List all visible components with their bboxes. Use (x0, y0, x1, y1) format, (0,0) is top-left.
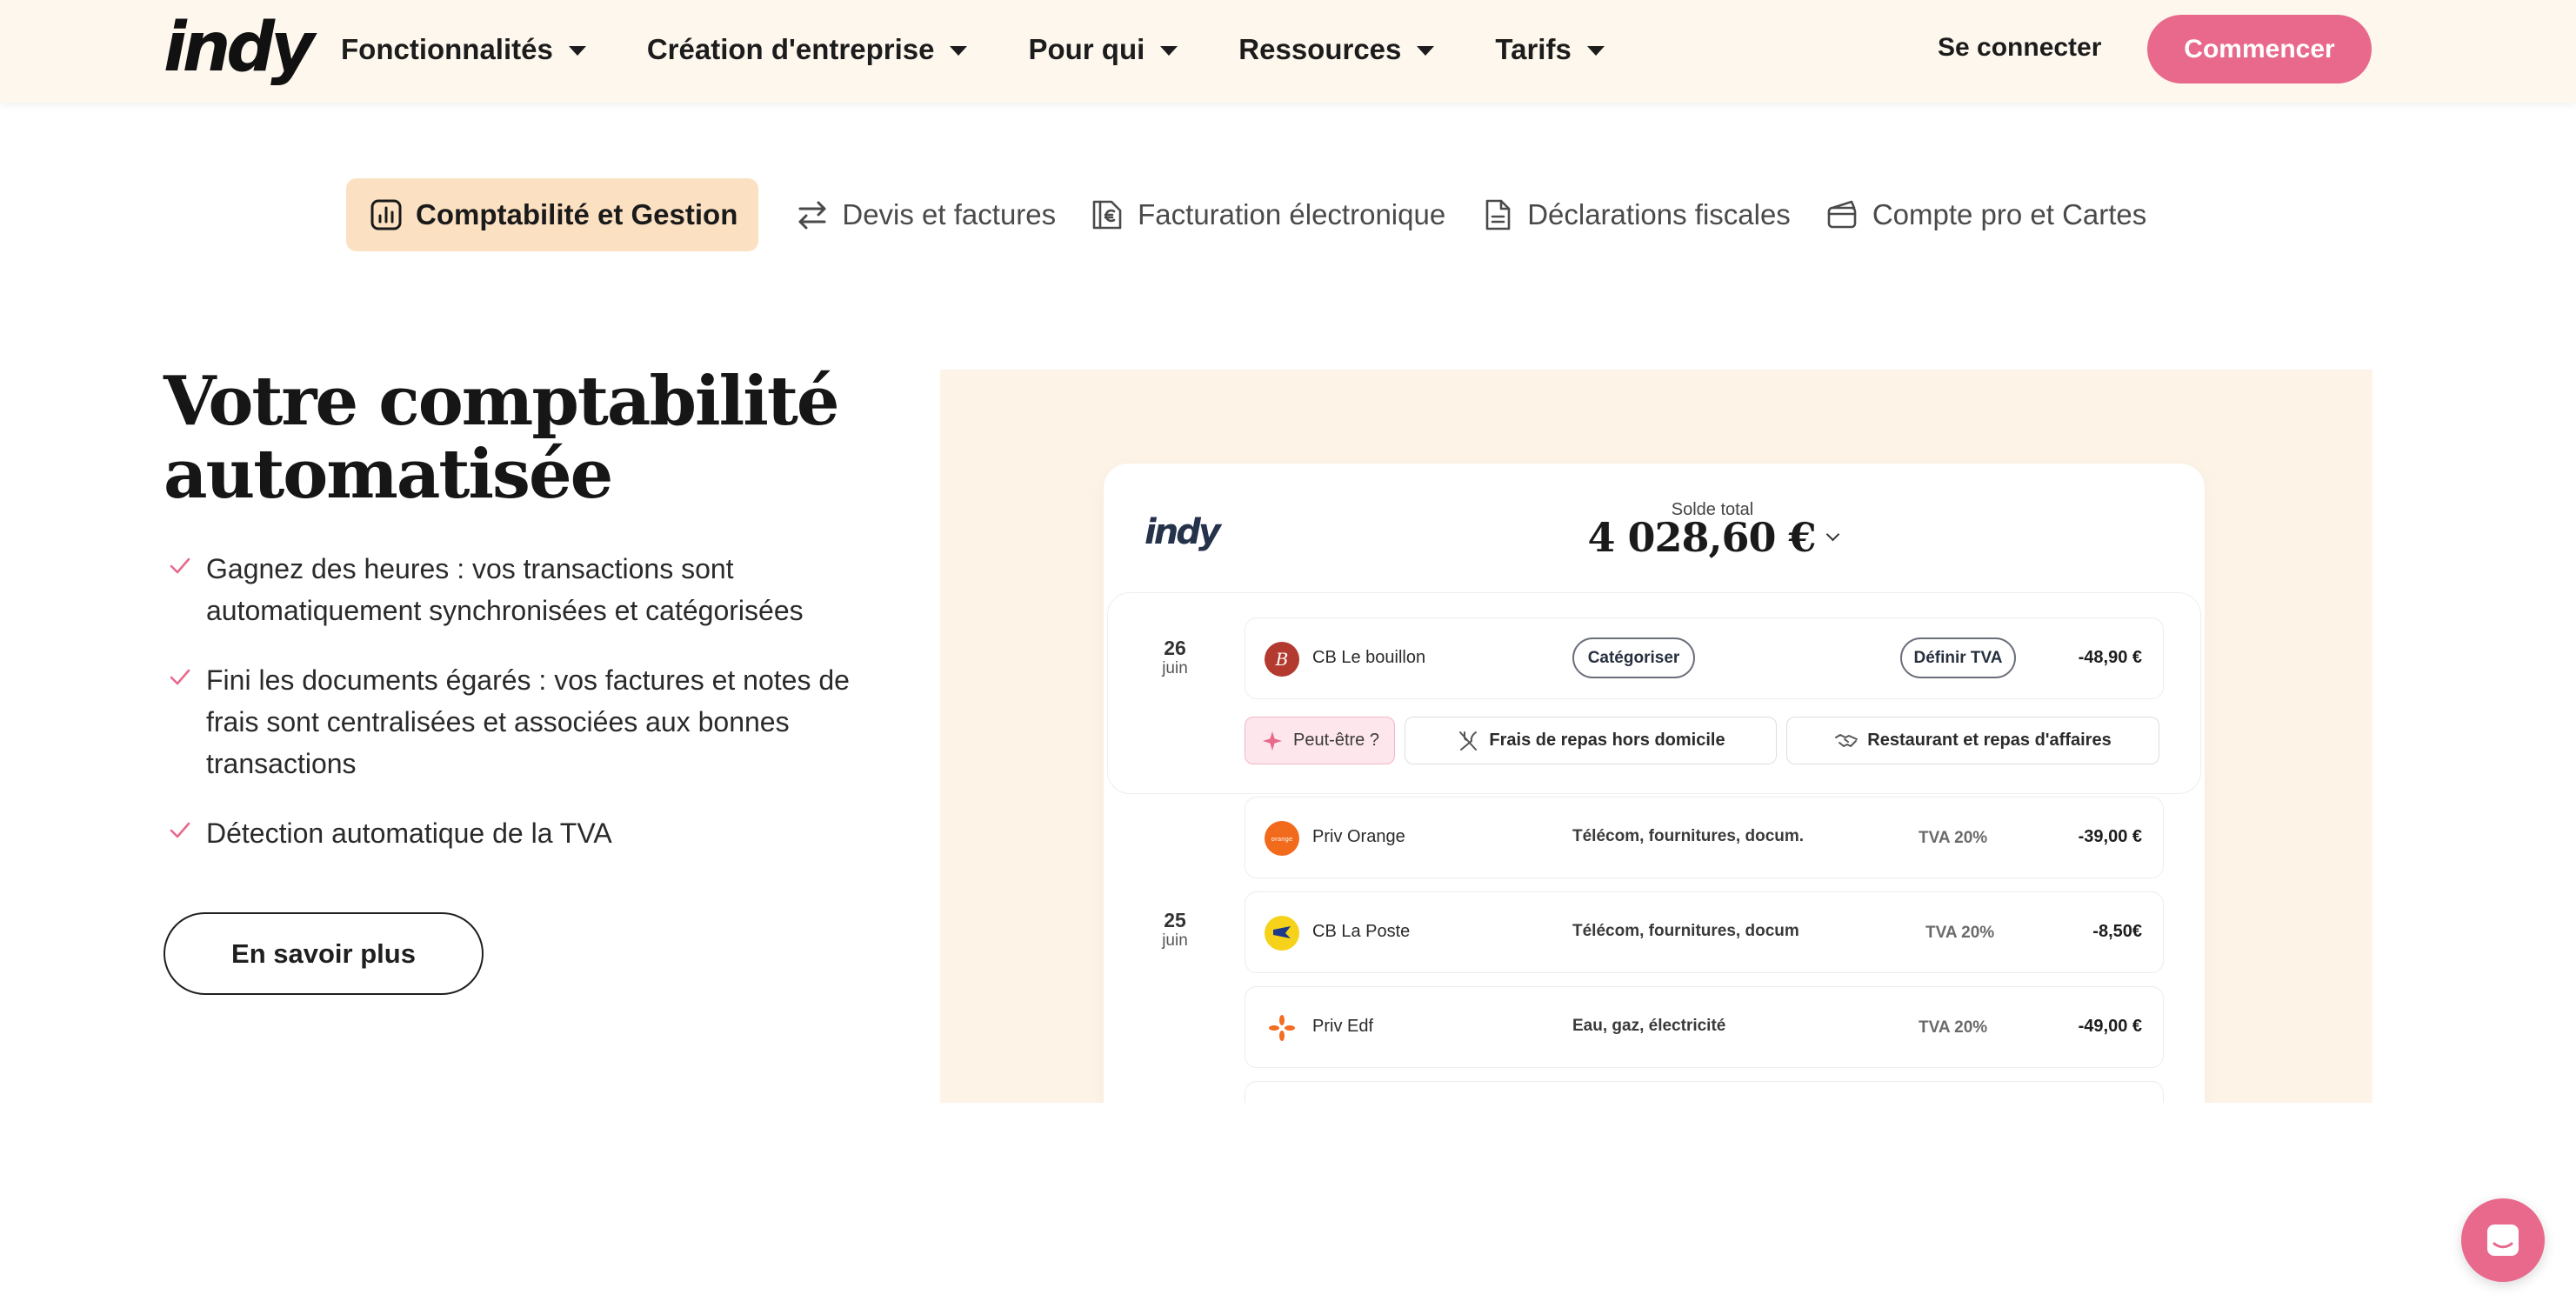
euro-document-icon (1091, 197, 1125, 232)
list-item: Fini les documents égarés : vos factures… (164, 659, 877, 784)
feature-text: Gagnez des heures : vos transactions son… (206, 553, 804, 626)
transaction-amount: -48,90 € (2078, 648, 2142, 667)
chat-icon (2487, 1225, 2519, 1256)
transaction-category: Télécom, fournitures, docum (1572, 922, 1799, 940)
svg-text:B: B (1275, 649, 1289, 670)
swap-arrows-icon (795, 197, 830, 232)
list-item: Détection automatique de la TVA (164, 812, 877, 854)
transaction-name: CB Le bouillon (1312, 648, 1426, 667)
nav-item-fonctionnalites[interactable]: Fonctionnalités (341, 33, 586, 66)
nav-item-pour-qui[interactable]: Pour qui (1028, 33, 1178, 66)
nav-item-label: Pour qui (1028, 33, 1145, 65)
feature-text: Détection automatique de la TVA (206, 818, 612, 849)
check-icon (170, 669, 190, 685)
nav-item-label: Ressources (1238, 33, 1402, 65)
suggestion-chip[interactable]: Restaurant et repas d'affaires (1786, 717, 2159, 764)
nav-item-label: Tarifs (1495, 33, 1572, 65)
transaction-amount: -8,50€ (2092, 922, 2142, 941)
transaction-amount: -39,00 € (2078, 827, 2142, 846)
app-preview-card: indy Solde total 4 028,60 € 26 juin B CB… (1104, 464, 2205, 1103)
main-nav: Fonctionnalités Création d'entreprise Po… (341, 0, 1665, 99)
la-poste-logo-icon (1265, 916, 1299, 951)
table-row[interactable]: CB La Poste Télécom, fournitures, docum … (1245, 891, 2164, 973)
balance-value: 4 028,60 € (1521, 514, 1904, 561)
feature-text: Fini les documents égarés : vos factures… (206, 664, 850, 779)
nav-item-label: Création d'entreprise (646, 33, 935, 65)
tab-comptabilite-gestion[interactable]: Comptabilité et Gestion (346, 178, 759, 251)
date-month: juin (1162, 931, 1188, 950)
maybe-chip: Peut-être ? (1245, 717, 1395, 764)
table-row[interactable] (1245, 1081, 2164, 1103)
caret-down-icon (1160, 46, 1178, 56)
transaction-amount: -49,00 € (2078, 1017, 2142, 1036)
orange-logo-icon: orange (1265, 821, 1299, 856)
bouillon-logo-icon: B (1265, 642, 1299, 677)
tab-label: Devis et factures (842, 198, 1057, 230)
sparkle-icon (1263, 731, 1283, 751)
site-header: indy Fonctionnalités Création d'entrepri… (0, 0, 2576, 103)
balance-amount: 4 028,60 € (1587, 514, 1816, 561)
tab-label: Comptabilité et Gestion (416, 198, 738, 230)
transaction-category: Télécom, fournitures, docum. (1572, 827, 1805, 845)
suggestion-chip[interactable]: Frais de repas hors domicile (1405, 717, 1777, 764)
check-icon (170, 557, 190, 574)
nav-item-tarifs[interactable]: Tarifs (1495, 33, 1605, 66)
date-month: juin (1162, 659, 1188, 677)
caret-down-icon (950, 46, 968, 56)
document-icon (1480, 197, 1515, 232)
transaction-category: Eau, gaz, électricité (1572, 1017, 1726, 1035)
transaction-tva: TVA 20% (1919, 1018, 1988, 1037)
tab-declarations-fiscales[interactable]: Déclarations fiscales (1480, 178, 1791, 251)
date-label: 26 juin (1145, 637, 1205, 678)
caret-down-icon (568, 46, 586, 56)
caret-down-icon (1417, 46, 1435, 56)
nav-item-label: Fonctionnalités (341, 33, 553, 65)
transaction-name: Priv Edf (1312, 1017, 1374, 1036)
feature-list: Gagnez des heures : vos transactions son… (164, 548, 877, 882)
table-row[interactable]: Priv Edf Eau, gaz, électricité TVA 20% -… (1245, 986, 2164, 1068)
chip-label: Peut-être ? (1293, 731, 1379, 750)
app-logo: indy (1145, 512, 1221, 552)
login-link[interactable]: Se connecter (1938, 33, 2101, 63)
start-button[interactable]: Commencer (2147, 15, 2372, 83)
tab-devis-factures[interactable]: Devis et factures (795, 178, 1056, 251)
handshake-icon (1835, 733, 1859, 747)
section-title: Votre comptabilité automatisée (164, 362, 840, 514)
categorize-button[interactable]: Catégoriser (1572, 637, 1695, 678)
transaction-tva: TVA 20% (1919, 829, 1988, 847)
bar-chart-icon (369, 197, 404, 232)
date-day: 25 (1164, 909, 1186, 931)
table-row[interactable]: B CB Le bouillon Catégoriser Définir TVA… (1245, 617, 2164, 699)
caret-down-icon (1586, 46, 1605, 56)
nav-item-creation-entreprise[interactable]: Création d'entreprise (647, 33, 968, 66)
nav-item-ressources[interactable]: Ressources (1238, 33, 1435, 66)
learn-more-button[interactable]: En savoir plus (164, 912, 484, 995)
check-icon (170, 822, 190, 838)
feature-tabs: Comptabilité et Gestion Devis et facture… (346, 178, 2181, 251)
edf-logo-icon (1265, 1011, 1299, 1045)
chevron-down-icon (1825, 527, 1839, 542)
table-row[interactable]: orange Priv Orange Télécom, fournitures,… (1245, 797, 2164, 878)
tab-compte-pro-cartes[interactable]: Compte pro et Cartes (1825, 178, 2146, 251)
transaction-name: Priv Orange (1312, 827, 1405, 846)
chip-label: Restaurant et repas d'affaires (1867, 731, 2112, 750)
cards-icon (1825, 197, 1860, 232)
transaction-name: CB La Poste (1312, 922, 1411, 941)
date-label: 25 juin (1145, 909, 1205, 951)
svg-text:orange: orange (1271, 836, 1293, 843)
tab-label: Compte pro et Cartes (1872, 198, 2147, 230)
transaction-tva: TVA 20% (1925, 924, 1995, 942)
define-tva-button[interactable]: Définir TVA (1900, 637, 2016, 678)
tab-label: Facturation électronique (1138, 198, 1446, 230)
chip-label: Frais de repas hors domicile (1489, 731, 1725, 750)
tab-facturation-electronique[interactable]: Facturation électronique (1091, 178, 1445, 251)
chat-launcher-button[interactable] (2461, 1198, 2545, 1282)
app-preview-panel: indy Solde total 4 028,60 € 26 juin B CB… (940, 370, 2372, 1103)
tab-label: Déclarations fiscales (1527, 198, 1791, 230)
fork-knife-icon (1459, 731, 1478, 751)
indy-logo[interactable]: indy (164, 9, 315, 87)
list-item: Gagnez des heures : vos transactions son… (164, 548, 877, 631)
date-day: 26 (1164, 637, 1186, 659)
